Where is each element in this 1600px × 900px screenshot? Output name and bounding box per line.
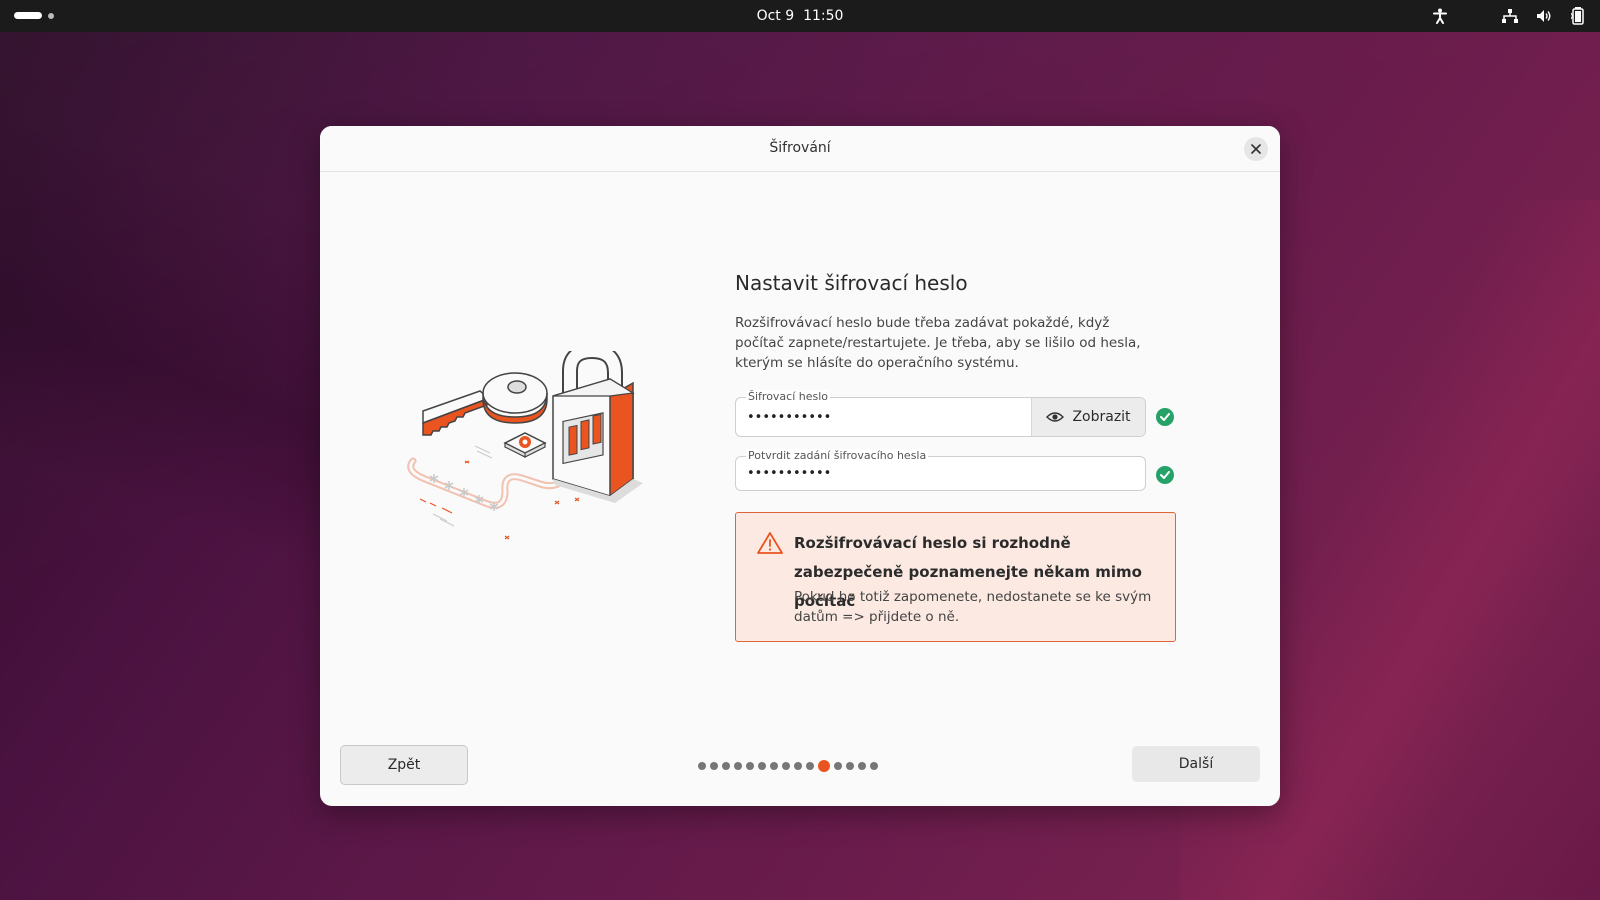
battery-icon[interactable] [1568,6,1588,26]
warning-text: Pokud ho totiž zapomenete, nedostanete s… [794,589,1152,625]
key-and-padlock-illustration [405,342,655,551]
confirm-valid-check-icon [1156,466,1174,484]
close-button[interactable] [1244,137,1268,161]
warning-icon [756,531,784,559]
pager-dot [770,762,778,770]
pager-dot-current [818,760,830,772]
pager-dot [794,762,802,770]
pager-dot [834,762,842,770]
pager-dot [734,762,742,770]
encryption-dialog: Šifrování Nastavit šifrovací heslo Rozši… [320,126,1280,806]
page-description: Rozšifrovávací heslo bude třeba zadávat … [735,315,1141,371]
close-icon [1251,144,1261,154]
confirm-password-label: Potvrdit zadání šifrovacího hesla [746,449,929,462]
pager-dot [710,762,718,770]
pager-dot [858,762,866,770]
encryption-password-label: Šifrovací heslo [746,390,831,403]
clock[interactable]: Oct 9 11:50 [0,8,1600,24]
show-password-button[interactable]: Zobrazit [1031,398,1145,436]
pager-dot [758,762,766,770]
pager-dot [746,762,754,770]
show-password-label: Zobrazit [1072,409,1131,425]
dialog-header: Šifrování [320,126,1280,172]
network-icon[interactable] [1500,6,1520,26]
pager-dot [782,762,790,770]
top-bar: Oct 9 11:50 [0,0,1600,32]
volume-icon[interactable] [1534,6,1554,26]
back-button[interactable]: Zpět [340,745,468,785]
pager-dot [722,762,730,770]
dialog-title: Šifrování [769,140,831,156]
clock-time: 11:50 [803,8,844,24]
accessibility-icon[interactable] [1430,6,1450,26]
next-button[interactable]: Další [1132,746,1260,782]
encryption-password-value: ••••••••••• [747,410,832,425]
step-pager [698,760,878,772]
eye-icon [1046,412,1065,422]
password-valid-check-icon [1156,408,1174,426]
confirm-password-field[interactable]: Potvrdit zadání šifrovacího hesla ••••••… [735,449,1146,491]
encryption-password-field[interactable]: Šifrovací heslo ••••••••••• Zobrazit [735,390,1146,437]
pager-dot [806,762,814,770]
page-heading: Nastavit šifrovací heslo [735,271,968,295]
system-tray[interactable] [1430,6,1588,26]
pager-dot [846,762,854,770]
clock-date: Oct 9 [756,8,795,24]
pager-dot [698,762,706,770]
pager-dot [870,762,878,770]
warning-box: Rozšifrovávací heslo si rozhodně zabezpe… [735,512,1176,642]
confirm-password-value: ••••••••••• [747,466,832,481]
